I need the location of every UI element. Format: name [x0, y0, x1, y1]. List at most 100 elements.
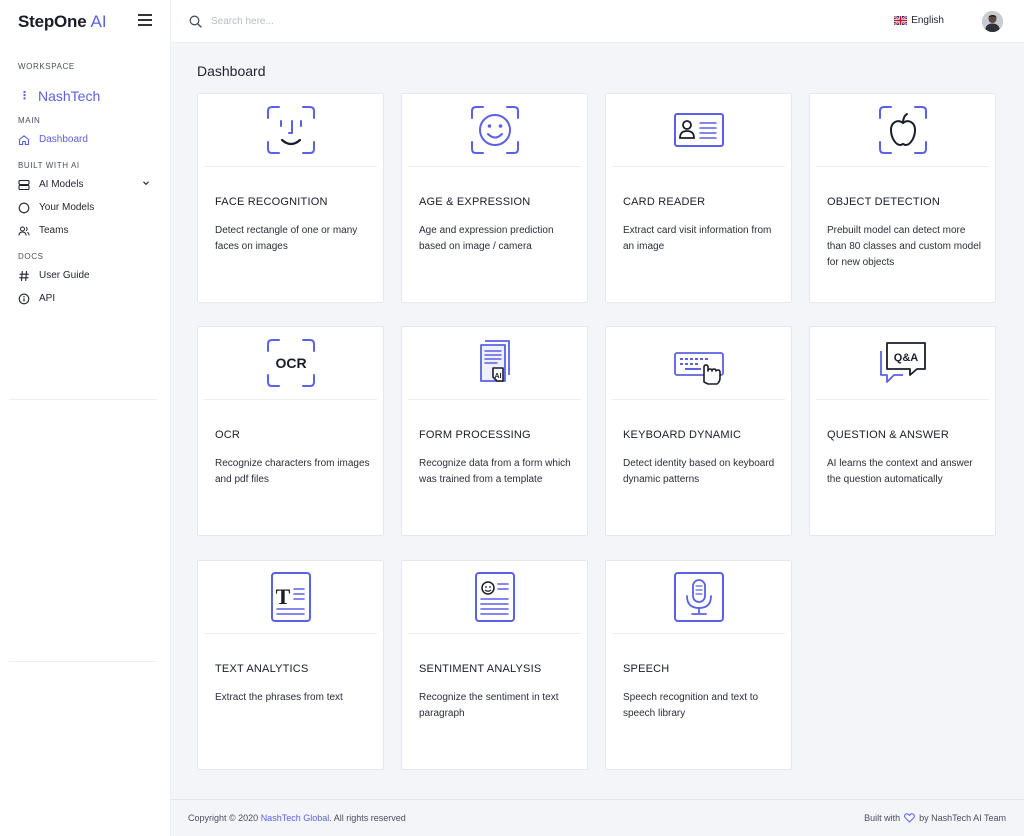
built-with: Built with by NashTech AI Team: [864, 813, 1006, 823]
sidebar-item-teams[interactable]: Teams: [0, 219, 170, 242]
sidebar-item-your-models[interactable]: Your Models: [0, 196, 170, 219]
sidebar-item-dashboard[interactable]: Dashboard: [0, 128, 170, 151]
card-divider: [612, 166, 785, 167]
sidebar-divider: [9, 661, 157, 662]
users-icon: [18, 225, 30, 237]
card-description: Extract card visit information from an i…: [623, 225, 772, 252]
card-divider: [408, 166, 581, 167]
company-link[interactable]: NashTech Global: [261, 813, 330, 823]
heart-icon: [904, 813, 916, 823]
card-form-processing[interactable]: AI FORM PROCESSING Recognize data from a…: [401, 326, 588, 536]
microphone-icon: [674, 572, 724, 622]
card-title: TEXT ANALYTICS: [215, 663, 309, 675]
card-keyboard-dynamic[interactable]: KEYBOARD DYNAMIC Detect identity based o…: [605, 326, 792, 536]
circle-icon: [18, 202, 30, 214]
sidebar-item-label: AI Models: [39, 179, 84, 190]
smiley-scan-icon: [471, 106, 519, 154]
card-divider: [612, 399, 785, 400]
card-title: QUESTION & ANSWER: [827, 429, 949, 441]
page-title: Dashboard: [197, 63, 266, 79]
hash-icon: [18, 270, 30, 282]
drag-dots-icon: ⋮: [19, 89, 30, 102]
card-card-reader[interactable]: CARD READER Extract card visit informati…: [605, 93, 792, 303]
avatar[interactable]: [982, 11, 1003, 32]
qa-bubble-icon: Q&A: [880, 342, 926, 383]
card-title: SENTIMENT ANALYSIS: [419, 663, 542, 675]
card-description: Speech recognition and text to speech li…: [623, 692, 759, 719]
sidebar-item-ai-models[interactable]: AI Models: [0, 173, 170, 196]
uk-flag-icon: [894, 16, 908, 25]
sidebar-item-label: API: [39, 293, 56, 304]
card-divider: [204, 166, 377, 167]
ocr-label: OCR: [275, 355, 306, 371]
card-description: Detect rectangle of one or many faces on…: [215, 225, 358, 252]
text-t-label: T: [276, 584, 291, 609]
card-divider: [816, 399, 989, 400]
card-divider: [408, 633, 581, 634]
card-text-analytics[interactable]: T TEXT ANALYTICS Extract the phrases fro…: [197, 560, 384, 770]
card-description: Recognize characters from images and pdf…: [215, 458, 370, 485]
card-sentiment-analysis[interactable]: SENTIMENT ANALYSIS Recognize the sentime…: [401, 560, 588, 770]
card-description: Extract the phrases from text: [215, 692, 343, 703]
card-title: OBJECT DETECTION: [827, 196, 941, 208]
card-title: CARD READER: [623, 196, 706, 208]
card-title: AGE & EXPRESSION: [419, 196, 531, 208]
copyright-prefix: Copyright © 2020: [188, 813, 261, 823]
sidebar-item-label: User Guide: [39, 270, 90, 281]
sidebar: StepOne AI WORKSPACE ⋮ NashTech MAIN Das…: [0, 0, 171, 836]
apple-scan-icon: [879, 106, 927, 154]
copyright-suffix: . All rights reserved: [329, 813, 406, 823]
card-object-detection[interactable]: OBJECT DETECTION Prebuilt model can dete…: [809, 93, 996, 303]
search-icon[interactable]: [189, 15, 202, 28]
copyright: Copyright © 2020 NashTech Global. All ri…: [188, 813, 406, 823]
card-description: Age and expression prediction based on i…: [419, 225, 554, 252]
sidebar-item-label: Teams: [39, 225, 69, 236]
card-title: FORM PROCESSING: [419, 429, 531, 441]
card-divider: [204, 633, 377, 634]
card-description: Prebuilt model can detect more than 80 c…: [827, 225, 981, 268]
sidebar-item-api[interactable]: API: [0, 287, 170, 310]
face-scan-icon: [267, 106, 315, 154]
card-divider: [612, 633, 785, 634]
topbar: English: [171, 0, 1024, 43]
sidebar-item-label: Dashboard: [39, 134, 88, 145]
menu-toggle-icon[interactable]: [138, 14, 152, 26]
card-age-expression[interactable]: AGE & EXPRESSION Age and expression pred…: [401, 93, 588, 303]
section-docs: DOCS: [18, 252, 44, 261]
section-main: MAIN: [18, 116, 41, 125]
card-title: SPEECH: [623, 663, 670, 675]
section-built-with-ai: BUILT WITH AI: [18, 161, 80, 170]
footer: Copyright © 2020 NashTech Global. All ri…: [171, 799, 1024, 836]
language-selector[interactable]: English: [894, 15, 944, 26]
chevron-down-icon[interactable]: [142, 179, 150, 190]
card-description: AI learns the context and answer the que…: [827, 458, 973, 485]
sentiment-doc-icon: [475, 572, 515, 622]
id-card-icon: [674, 113, 724, 147]
workspace-selector[interactable]: ⋮ NashTech: [0, 86, 170, 106]
built-prefix: Built with: [864, 813, 901, 823]
card-question-answer[interactable]: Q&A QUESTION & ANSWER AI learns the cont…: [809, 326, 996, 536]
card-divider: [204, 399, 377, 400]
home-icon: [18, 134, 30, 146]
workspace-label: WORKSPACE: [18, 62, 75, 71]
workspace-name: NashTech: [38, 88, 101, 104]
card-face-recognition[interactable]: FACE RECOGNITION Detect rectangle of one…: [197, 93, 384, 303]
brand-suffix: AI: [90, 11, 107, 31]
card-description: Recognize the sentiment in text paragrap…: [419, 692, 559, 719]
ocr-scan-icon: OCR: [267, 339, 315, 387]
ai-label: AI: [495, 373, 502, 380]
keyboard-hand-icon: [674, 352, 724, 385]
brand-name: StepOne: [18, 11, 87, 31]
built-suffix: by NashTech AI Team: [919, 813, 1006, 823]
qa-label: Q&A: [894, 352, 919, 364]
card-divider: [408, 399, 581, 400]
card-title: KEYBOARD DYNAMIC: [623, 429, 742, 441]
sidebar-item-user-guide[interactable]: User Guide: [0, 264, 170, 287]
sidebar-divider: [9, 399, 157, 400]
search-input[interactable]: [211, 13, 511, 30]
card-speech[interactable]: SPEECH Speech recognition and text to sp…: [605, 560, 792, 770]
card-title: FACE RECOGNITION: [215, 196, 328, 208]
card-description: Detect identity based on keyboard dynami…: [623, 458, 775, 485]
language-label: English: [911, 15, 944, 26]
card-ocr[interactable]: OCR OCR Recognize characters from images…: [197, 326, 384, 536]
